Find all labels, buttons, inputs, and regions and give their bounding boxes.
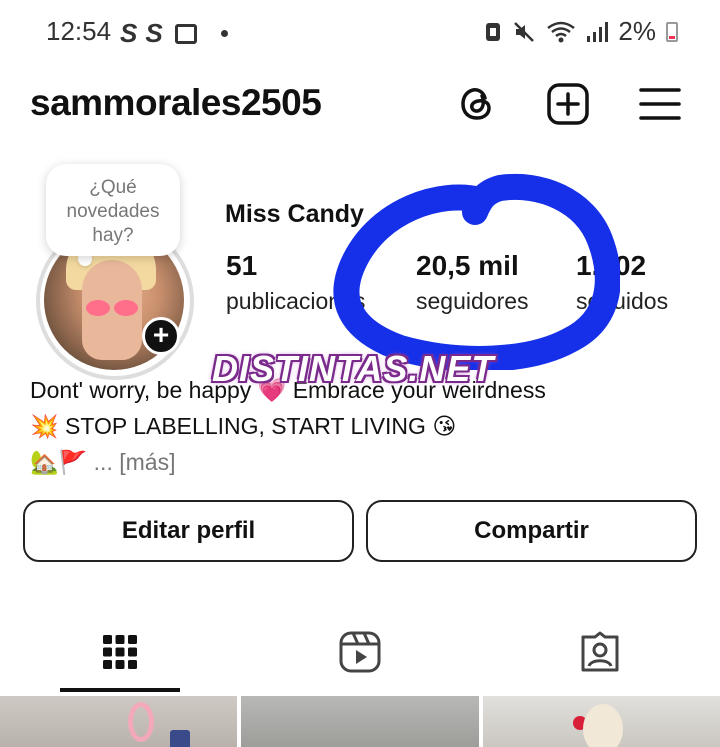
gallery-icon [174,23,197,44]
watermark: DISTINTAS.NET [212,348,495,389]
tab-tagged[interactable] [480,610,720,694]
bio-line: 💥 STOP LABELLING, START LIVING 😘 [30,413,457,439]
notification-icons: S S [120,18,228,49]
add-story-button[interactable]: + [142,317,180,355]
tab-reels[interactable] [240,610,480,694]
post-thumbnail[interactable] [0,696,238,747]
app-s-icon: S [145,18,163,48]
share-profile-button[interactable]: Compartir [366,500,697,562]
wifi-icon [547,21,576,42]
battery-icon [666,21,678,42]
bio-emoji: 🏡🚩 [30,449,88,475]
tagged-icon [581,631,619,672]
profile-header: sammorales2505 [0,74,720,134]
system-icons: 2% [484,16,678,47]
edit-profile-button[interactable]: Editar perfil [23,500,354,562]
post-thumbnail[interactable] [241,696,479,747]
nfc-icon [486,22,501,41]
threads-icon[interactable] [455,82,499,126]
clock: 12:54 [46,16,112,46]
more-notifications-dot [220,30,228,37]
create-post-icon[interactable] [546,82,590,126]
grid-icon [103,635,137,669]
post-thumbnail[interactable] [482,696,720,747]
mute-icon [514,21,535,42]
active-tab-indicator [60,688,180,692]
bio-line: 🏡🚩 ... [más] [30,444,546,480]
app-s-icon: S [120,18,138,48]
status-bar: 12:54 S S 2% [0,0,720,62]
post-grid [0,696,720,747]
tab-posts[interactable] [0,610,240,694]
bio-more-link[interactable]: ... [más] [94,449,176,475]
scribble-annotation [333,173,620,370]
signal-icon [587,21,609,42]
note-bubble[interactable]: ¿Qué novedades hay? [46,164,180,256]
reels-icon [339,631,381,673]
username[interactable]: sammorales2505 [30,82,322,124]
menu-icon[interactable] [638,82,682,126]
battery-percent: 2% [618,16,656,46]
profile-tabs [0,610,720,694]
